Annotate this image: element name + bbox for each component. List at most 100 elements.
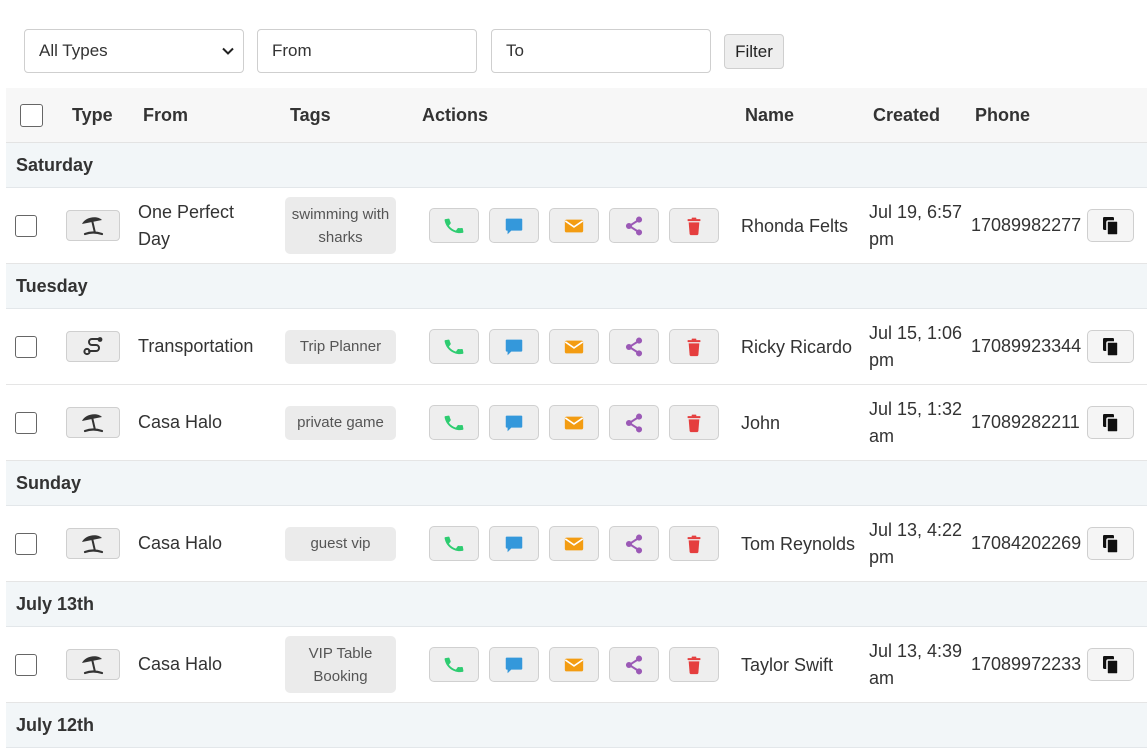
group-header: Tuesday: [6, 264, 1147, 309]
trash-icon: [687, 414, 701, 432]
copy-icon: [1102, 337, 1119, 357]
envelope-icon: [564, 340, 584, 353]
delete-button[interactable]: [669, 405, 719, 440]
share-icon: [625, 655, 643, 674]
row-from: Casa Halo: [138, 654, 223, 674]
email-button[interactable]: [549, 329, 599, 364]
copy-phone-button[interactable]: [1087, 527, 1134, 560]
trash-icon: [687, 338, 701, 356]
delete-button[interactable]: [669, 329, 719, 364]
message-button[interactable]: [489, 647, 539, 682]
share-icon: [625, 413, 643, 432]
call-button[interactable]: [429, 526, 479, 561]
type-button[interactable]: [66, 528, 120, 559]
share-button[interactable]: [609, 405, 659, 440]
email-button[interactable]: [549, 208, 599, 243]
row-checkbox[interactable]: [15, 532, 37, 555]
copy-phone-button[interactable]: [1087, 330, 1134, 363]
table-row[interactable]: Casa Halo guest vip Tom Reynolds Jul 13,…: [6, 506, 1147, 582]
row-created: Jul 13, 4:22 pm: [869, 519, 963, 567]
share-icon: [625, 337, 643, 356]
share-button[interactable]: [609, 526, 659, 561]
call-button[interactable]: [429, 405, 479, 440]
tag-badge: Trip Planner: [285, 329, 396, 364]
type-select[interactable]: All Types: [24, 29, 244, 73]
envelope-icon: [564, 416, 584, 429]
type-button[interactable]: [66, 649, 120, 680]
share-button[interactable]: [609, 647, 659, 682]
email-button[interactable]: [549, 647, 599, 682]
copy-phone-button[interactable]: [1087, 209, 1134, 242]
call-button[interactable]: [429, 208, 479, 243]
copy-phone-button[interactable]: [1087, 406, 1134, 439]
share-button[interactable]: [609, 208, 659, 243]
share-icon: [625, 216, 643, 235]
row-created: Jul 19, 6:57 pm: [869, 201, 963, 249]
filter-button[interactable]: Filter: [724, 34, 784, 69]
group-header: July 12th: [6, 703, 1147, 748]
table-row[interactable]: Transportation Trip Planner Ricky Ricard…: [6, 309, 1147, 385]
message-button[interactable]: [489, 405, 539, 440]
message-button[interactable]: [489, 526, 539, 561]
trash-icon: [687, 535, 701, 553]
envelope-icon: [564, 537, 584, 550]
call-button[interactable]: [429, 329, 479, 364]
row-name: Tom Reynolds: [741, 533, 856, 554]
type-button[interactable]: [66, 331, 120, 362]
to-placeholder: To: [506, 41, 524, 60]
row-created: Jul 15, 1:06 pm: [869, 322, 963, 370]
route-icon: [83, 336, 103, 355]
copy-phone-button[interactable]: [1087, 648, 1134, 681]
select-all-checkbox[interactable]: [20, 104, 43, 127]
to-input[interactable]: To: [491, 29, 711, 73]
email-button[interactable]: [549, 526, 599, 561]
from-input[interactable]: From: [257, 29, 477, 73]
phone-icon: [444, 339, 464, 354]
table-row[interactable]: Casa Halo private game John Jul 15, 1:32…: [6, 385, 1147, 461]
type-button[interactable]: [66, 210, 120, 241]
row-name: John: [741, 412, 781, 433]
row-checkbox[interactable]: [15, 653, 37, 676]
trash-icon: [687, 217, 701, 235]
phone-icon: [444, 657, 464, 672]
delete-button[interactable]: [669, 208, 719, 243]
row-checkbox[interactable]: [15, 214, 37, 237]
phone-icon: [444, 536, 464, 551]
column-name[interactable]: Name: [745, 88, 794, 143]
tag-badge: swimming with sharks: [285, 197, 396, 254]
tag-badge: private game: [285, 405, 396, 440]
tag-badge: guest vip: [285, 526, 396, 561]
delete-button[interactable]: [669, 647, 719, 682]
table-row[interactable]: Casa Halo VIP Table Booking Taylor Swift…: [6, 627, 1147, 703]
chat-icon: [505, 536, 523, 552]
trash-icon: [687, 656, 701, 674]
delete-button[interactable]: [669, 526, 719, 561]
beach-umbrella-icon: [82, 413, 104, 432]
message-button[interactable]: [489, 208, 539, 243]
share-button[interactable]: [609, 329, 659, 364]
copy-icon: [1102, 534, 1119, 554]
table-row[interactable]: One Perfect Day swimming with sharks Rho…: [6, 188, 1147, 264]
column-type[interactable]: Type: [72, 88, 113, 143]
row-checkbox[interactable]: [15, 411, 37, 434]
type-select-value: All Types: [39, 41, 108, 60]
column-created[interactable]: Created: [873, 88, 940, 143]
column-phone[interactable]: Phone: [975, 88, 1030, 143]
chat-icon: [505, 218, 523, 234]
beach-umbrella-icon: [82, 216, 104, 235]
copy-icon: [1102, 413, 1119, 433]
column-tags[interactable]: Tags: [290, 88, 331, 143]
chat-icon: [505, 415, 523, 431]
row-phone: 17089972233: [971, 654, 1082, 674]
row-from: One Perfect Day: [138, 201, 235, 249]
share-icon: [625, 534, 643, 553]
type-button[interactable]: [66, 407, 120, 438]
table-body: Saturday One Perfect Day swimming with s…: [6, 143, 1147, 748]
message-button[interactable]: [489, 329, 539, 364]
email-button[interactable]: [549, 405, 599, 440]
row-created: Jul 15, 1:32 am: [869, 398, 963, 446]
row-checkbox[interactable]: [15, 335, 37, 358]
row-from: Casa Halo: [138, 412, 223, 432]
call-button[interactable]: [429, 647, 479, 682]
column-from[interactable]: From: [143, 88, 188, 143]
